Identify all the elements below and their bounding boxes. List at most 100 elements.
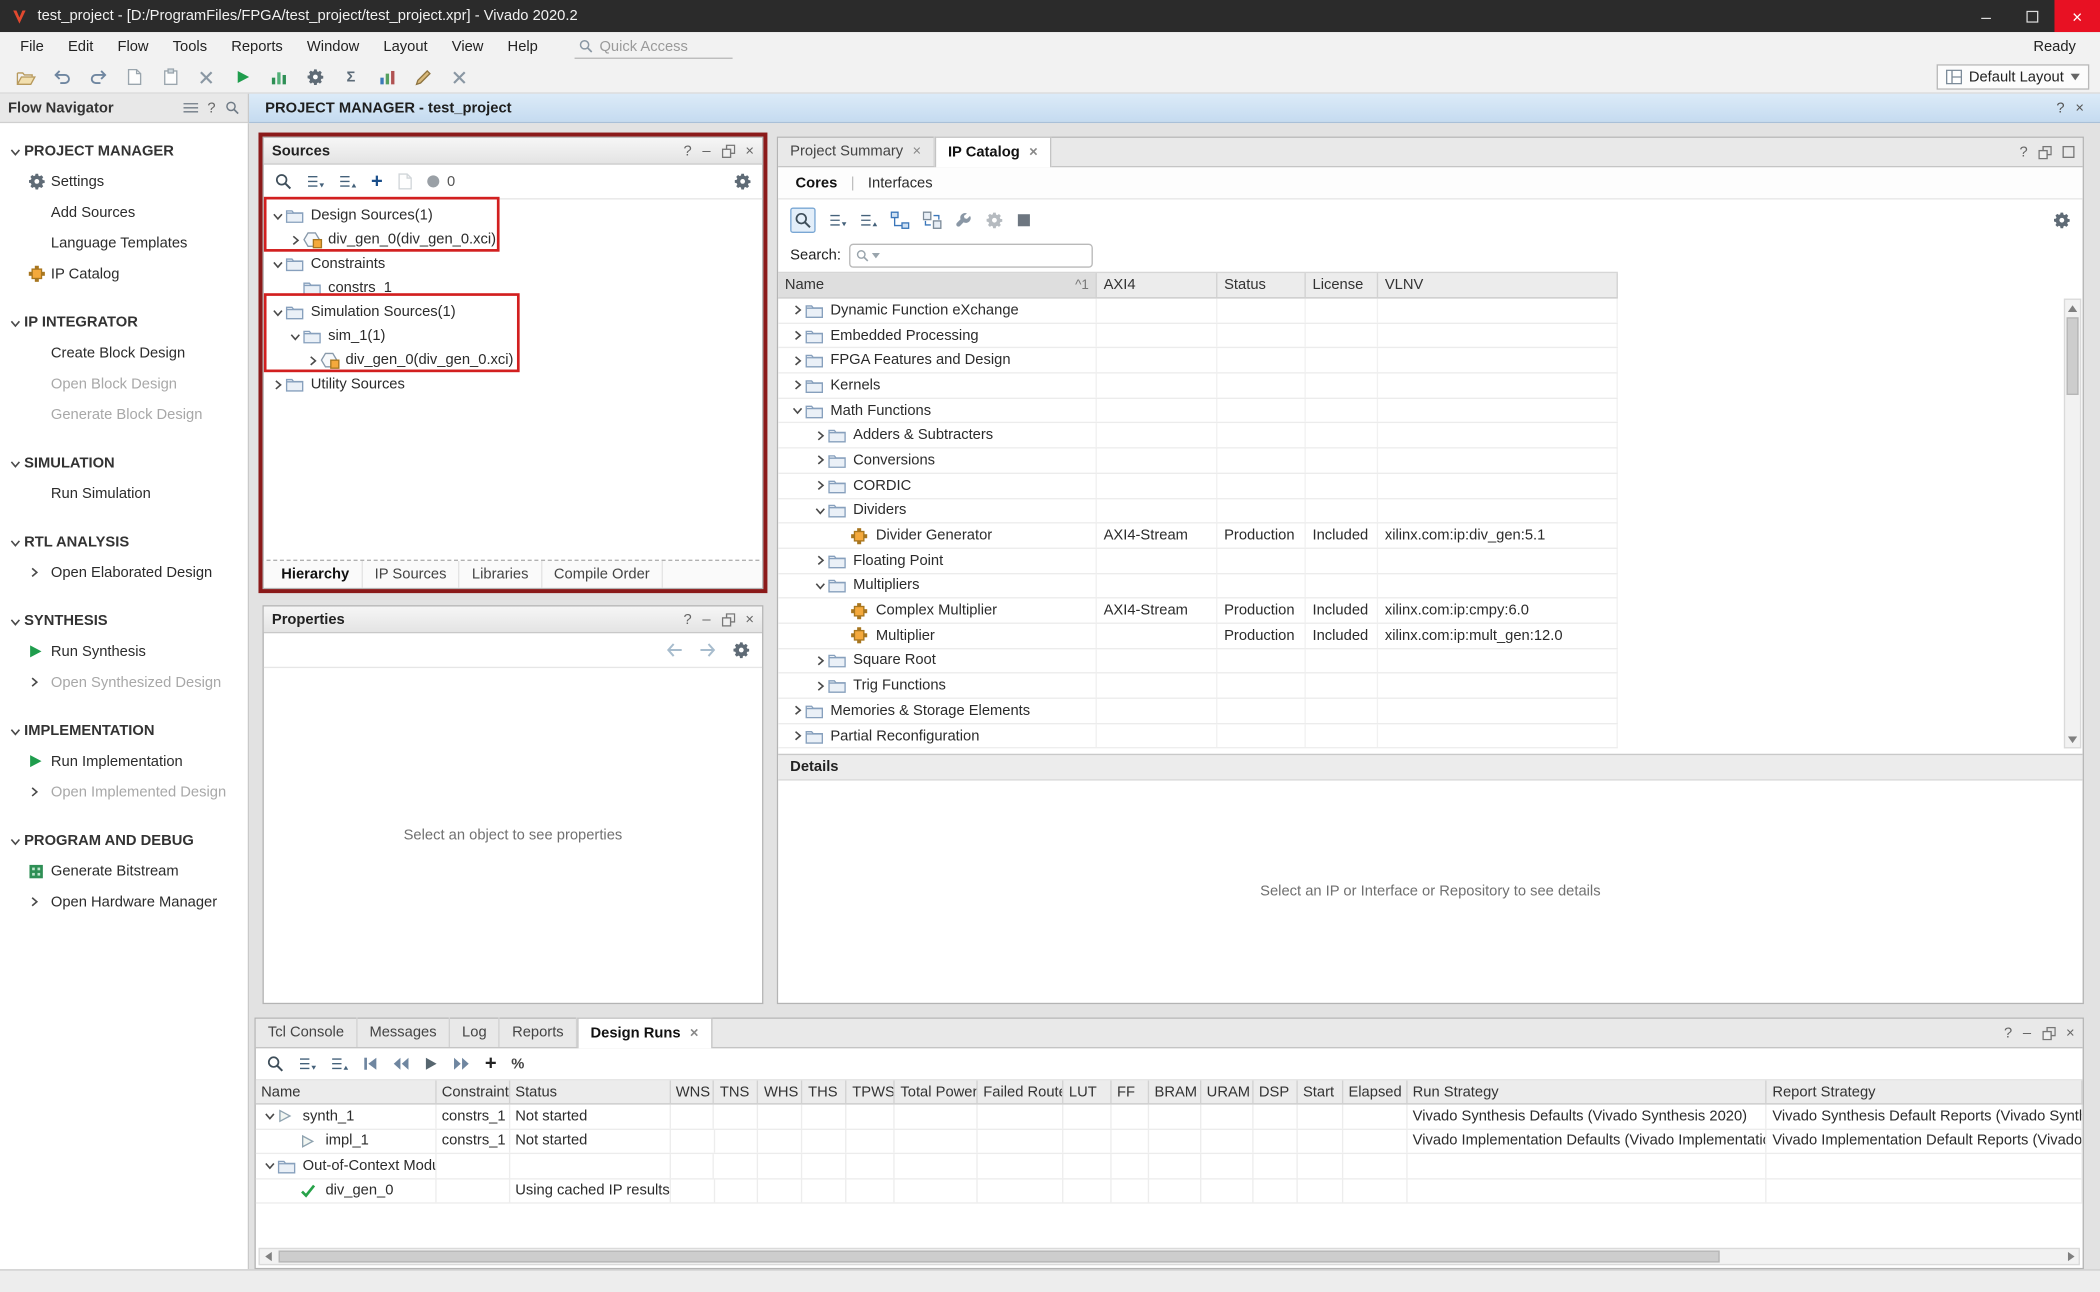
layout-selector[interactable]: Default Layout — [1937, 64, 2090, 89]
expander-open-icon[interactable] — [269, 208, 285, 224]
column-header-name[interactable]: Name^1 — [778, 273, 1097, 297]
ip-settings-wrench-icon[interactable] — [955, 211, 972, 228]
expander-open-icon[interactable] — [261, 1108, 277, 1124]
ip-catalog-row[interactable]: Trig Functions — [778, 674, 1618, 699]
ip-catalog-row[interactable]: MultiplierProductionIncludedxilinx.com:i… — [778, 624, 1618, 649]
close-icon[interactable]: × — [2075, 100, 2084, 116]
chevron-right-icon[interactable] — [28, 563, 51, 582]
column-header-ff[interactable]: FF — [1112, 1080, 1149, 1103]
chevron-right-icon[interactable] — [28, 673, 51, 692]
refresh-repository-icon[interactable] — [923, 211, 942, 228]
column-header-status[interactable]: Status — [1217, 273, 1305, 297]
expander-closed-icon[interactable] — [812, 678, 828, 694]
source-tree-item-simulation-sources[interactable]: Simulation Sources (1) — [264, 300, 762, 324]
panel-settings-gear-icon[interactable] — [733, 641, 750, 658]
column-header-name[interactable]: Name — [256, 1080, 437, 1103]
menu-window[interactable]: Window — [295, 32, 372, 61]
scroll-to-icon[interactable] — [397, 173, 412, 190]
redo-icon[interactable] — [86, 65, 110, 89]
navigator-options-icon[interactable] — [183, 102, 198, 114]
settings-icon[interactable] — [303, 65, 327, 89]
float-icon[interactable] — [2042, 1026, 2055, 1039]
scroll-down-arrow-icon[interactable] — [2065, 731, 2080, 747]
flownav-item-create-block-design[interactable]: Create Block Design — [0, 337, 248, 368]
close-window-button[interactable]: × — [2054, 0, 2100, 32]
expander-open-icon[interactable] — [812, 578, 828, 594]
column-header-lut[interactable]: LUT — [1064, 1080, 1112, 1103]
expander-closed-icon[interactable] — [812, 553, 828, 569]
ip-catalog-row[interactable]: Dividers — [778, 499, 1618, 524]
run-icon[interactable] — [230, 65, 254, 89]
fast-forward-icon[interactable] — [453, 1056, 470, 1071]
flownav-item-run-simulation[interactable]: Run Simulation — [0, 478, 248, 509]
flownav-header-implementation[interactable]: IMPLEMENTATION — [0, 716, 248, 745]
column-header-tpws[interactable]: TPWS — [847, 1080, 895, 1103]
flownav-item-run-synthesis[interactable]: Run Synthesis — [0, 636, 248, 667]
ip-catalog-row[interactable]: Math Functions — [778, 399, 1618, 424]
expander-closed-icon[interactable] — [789, 728, 805, 744]
column-header-dsp[interactable]: DSP — [1253, 1080, 1297, 1103]
expander-closed-icon[interactable] — [812, 452, 828, 468]
ip-catalog-row[interactable]: Complex MultiplierAXI4-StreamProductionI… — [778, 599, 1618, 624]
expander-closed-icon[interactable] — [789, 327, 805, 343]
help-icon[interactable]: ? — [207, 100, 215, 116]
source-tree-item-div-gen-0[interactable]: div_gen_0 (div_gen_0.xci) — [264, 228, 762, 252]
run-steps-icon[interactable] — [267, 65, 291, 89]
search-icon[interactable] — [790, 207, 815, 232]
flownav-header-program-and-debug[interactable]: PROGRAM AND DEBUG — [0, 826, 248, 855]
flownav-item-open-hardware-manager[interactable]: Open Hardware Manager — [0, 886, 248, 917]
collapse-all-icon[interactable] — [299, 1055, 316, 1072]
ip-catalog-row[interactable]: Kernels — [778, 374, 1618, 399]
flownav-header-ip-integrator[interactable]: IP INTEGRATOR — [0, 308, 248, 337]
source-tree-item-constraints[interactable]: Constraints — [264, 252, 762, 276]
tab-ip-catalog[interactable]: IP Catalog× — [935, 137, 1052, 168]
collapse-all-icon[interactable] — [829, 211, 846, 228]
subtab-cores[interactable]: Cores — [796, 175, 838, 191]
expander-open-icon[interactable] — [269, 256, 285, 272]
flownav-header-project-manager[interactable]: PROJECT MANAGER — [0, 137, 248, 166]
forward-arrow-icon[interactable] — [699, 643, 716, 658]
delete-icon[interactable] — [194, 65, 218, 89]
flownav-item-add-sources[interactable]: Add Sources — [0, 197, 248, 228]
edit-icon[interactable] — [411, 65, 435, 89]
catalog-search-input[interactable] — [849, 244, 1093, 268]
flownav-item-ip-catalog[interactable]: IP Catalog — [0, 258, 248, 289]
ip-catalog-row[interactable]: Memories & Storage Elements — [778, 699, 1618, 724]
search-icon[interactable] — [275, 173, 292, 190]
help-icon[interactable]: ? — [683, 143, 691, 159]
close-icon[interactable]: × — [2066, 1025, 2075, 1041]
launch-runs-icon[interactable] — [425, 1056, 438, 1071]
help-icon[interactable]: ? — [683, 611, 691, 627]
expander-open-icon[interactable] — [261, 1158, 277, 1174]
add-sources-icon[interactable]: + — [371, 170, 383, 193]
help-icon[interactable]: ? — [2004, 1025, 2012, 1041]
column-header-elapsed[interactable]: Elapsed — [1343, 1080, 1407, 1103]
menu-view[interactable]: View — [440, 32, 496, 61]
panel-settings-gear-icon[interactable] — [2053, 211, 2070, 228]
scrollbar-thumb[interactable] — [2067, 317, 2079, 395]
ip-catalog-row[interactable]: Partial Reconfiguration — [778, 724, 1618, 749]
close-icon[interactable]: × — [745, 143, 754, 159]
search-icon[interactable] — [267, 1055, 284, 1072]
expander-closed-icon[interactable] — [304, 352, 320, 368]
sources-tab-compile-order[interactable]: Compile Order — [542, 561, 663, 588]
flownav-header-synthesis[interactable]: SYNTHESIS — [0, 607, 248, 636]
expander-closed-icon[interactable] — [269, 376, 285, 392]
column-header-bram[interactable]: BRAM — [1149, 1080, 1201, 1103]
reset-runs-icon[interactable] — [363, 1056, 378, 1071]
sources-tab-ip-sources[interactable]: IP Sources — [363, 561, 460, 588]
expand-all-icon[interactable] — [860, 211, 877, 228]
flownav-item-open-implemented-design[interactable]: Open Implemented Design — [0, 777, 248, 808]
minimize-icon[interactable]: – — [702, 143, 710, 159]
flownav-header-simulation[interactable]: SIMULATION — [0, 449, 248, 478]
tab-messages[interactable]: Messages — [357, 1018, 450, 1047]
file-icon[interactable] — [122, 65, 146, 89]
ip-catalog-row[interactable]: Conversions — [778, 449, 1618, 474]
column-header-tns[interactable]: TNS — [714, 1080, 758, 1103]
menu-file[interactable]: File — [8, 32, 56, 61]
ip-catalog-row[interactable]: Floating Point — [778, 549, 1618, 574]
scroll-left-arrow-icon[interactable] — [260, 1249, 276, 1264]
flownav-item-language-templates[interactable]: Language Templates — [0, 228, 248, 259]
column-header-status[interactable]: Status — [510, 1080, 670, 1103]
expand-all-icon[interactable] — [331, 1055, 348, 1072]
